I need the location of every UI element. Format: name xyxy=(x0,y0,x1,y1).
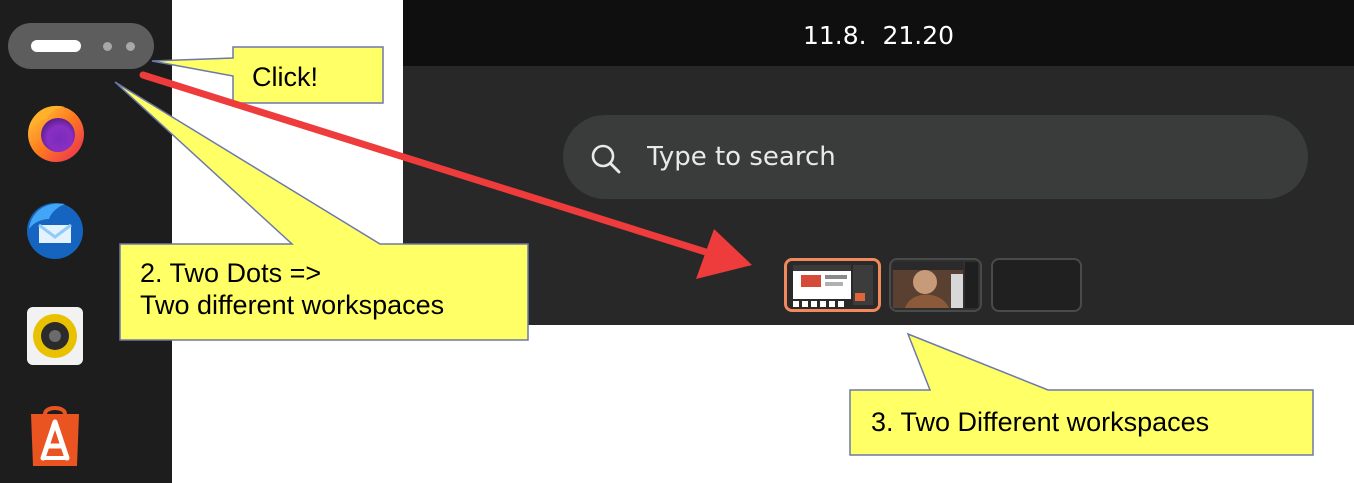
workspaces-callout-text: 3. Two Different workspaces xyxy=(871,407,1210,437)
click-callout-text: Click! xyxy=(252,62,318,92)
two-dots-callout-text: 2. Two Dots => Two different workspaces xyxy=(140,258,445,320)
